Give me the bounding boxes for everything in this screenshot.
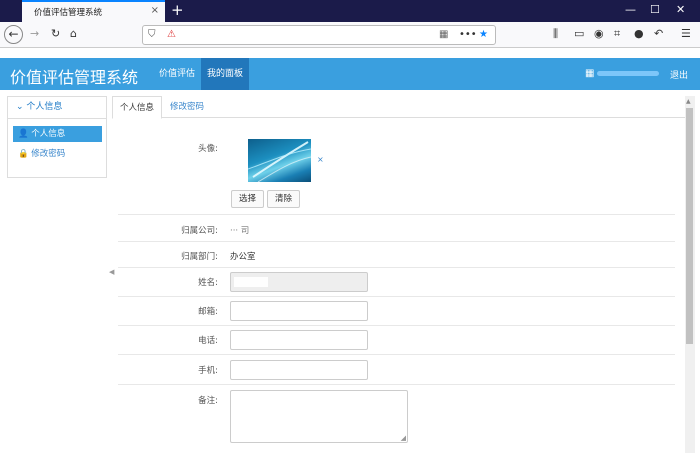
sidebar-item-label: 修改密码 [31,149,66,159]
chat-bubble-icon[interactable]: ● [634,27,644,41]
account-icon[interactable]: ◉ [594,27,604,41]
browser-tab-title: 价值评估管理系统 [34,8,103,18]
company-label: 归属公司: [181,226,218,236]
avatar-delete-icon[interactable]: × [317,155,324,164]
insecure-connection-icon[interactable]: ⚠ [167,29,176,41]
close-tab-icon[interactable]: × [151,5,159,16]
name-field [230,272,368,292]
redacted-name [234,277,268,287]
scroll-up-icon[interactable]: ▲ [686,98,691,105]
tab-change-password[interactable]: 修改密码 [163,96,211,119]
sidebar-item-change-password[interactable]: 🔒 修改密码 [13,146,102,162]
top-menu-valuation[interactable]: 价值评估 [153,58,201,90]
sidebar: ⌄ 个人信息 👤 个人信息 🔒 修改密码 [7,96,107,178]
phone-label: 电话: [198,336,218,346]
clear-avatar-button[interactable]: 清除 [267,190,301,208]
browser-toolbar: ← → ↻ ⌂ ⛉ ⚠ ▦ ••• ★ ⫼ ▭ ◉ ⌗ ● ↶ ☰ [0,22,700,48]
phone-field[interactable] [230,330,368,350]
scrollbar-thumb[interactable] [686,108,693,344]
logout-link[interactable]: 退出 [670,68,688,81]
sidebar-item-label: 个人信息 [31,129,66,139]
tab-profile[interactable]: 个人信息 [112,96,163,119]
minimize-icon[interactable]: — [625,3,636,17]
email-field[interactable] [230,301,368,321]
lock-icon: 🔒 [18,149,29,159]
reload-icon[interactable]: ↻ [51,27,60,41]
row-divider [118,384,675,385]
app-header: 价值评估管理系统 价值评估 我的面板 ▦ 退出 [0,58,700,90]
company-value: ··· 司 [230,226,250,236]
remarks-label: 备注: [198,396,218,406]
browser-tab[interactable]: 价值评估管理系统 × [22,0,165,22]
select-avatar-button[interactable]: 选择 [231,190,265,208]
collapse-handle-icon[interactable]: ◀ [109,268,114,276]
forward-arrow-icon[interactable]: → [30,27,39,41]
user-icon: 👤 [18,129,29,139]
home-icon[interactable]: ⌂ [70,27,77,41]
avatar-swirl-graphic [248,141,311,182]
resize-handle-icon[interactable]: ◢ [401,434,406,442]
email-label: 邮箱: [198,307,218,317]
app-title: 价值评估管理系统 [10,68,139,87]
redacted-username[interactable] [597,71,659,76]
avatar-label: 头像: [198,144,218,154]
row-divider [118,267,675,268]
window-close-icon[interactable]: ✕ [676,3,685,17]
top-menu-my-panel[interactable]: 我的面板 [201,58,250,90]
mobile-field[interactable] [230,360,368,380]
row-divider [118,296,675,297]
qr-code-icon[interactable]: ▦ [439,29,448,41]
page-actions-icon[interactable]: ••• [459,29,477,41]
new-tab-icon[interactable]: + [171,1,184,19]
url-bar[interactable]: ⛉ ⚠ ▦ ••• ★ [142,25,496,45]
row-divider [118,354,675,355]
name-label: 姓名: [198,278,218,288]
remarks-textarea[interactable]: ◢ [230,390,408,443]
sidebar-header[interactable]: ⌄ 个人信息 [8,97,106,119]
mobile-label: 手机: [198,366,218,376]
row-divider [118,241,675,242]
bookmark-star-icon[interactable]: ★ [479,29,488,41]
department-label: 归属部门: [181,252,218,262]
undo-icon[interactable]: ↶ [654,27,663,41]
sidebar-toggle-icon[interactable]: ▭ [574,27,584,41]
browser-tabstrip: 价值评估管理系统 × + — ☐ ✕ [0,0,700,22]
maximize-icon[interactable]: ☐ [650,3,660,17]
row-divider [118,325,675,326]
menu-icon[interactable]: ☰ [681,27,691,41]
back-arrow-icon[interactable]: ← [4,25,23,44]
shield-icon[interactable]: ⛉ [148,29,156,41]
chevron-down-icon: ⌄ [16,102,24,112]
content-tabs: 个人信息 修改密码 [112,96,686,119]
row-divider [118,214,675,215]
department-value: 办公室 [230,252,256,262]
library-icon[interactable]: ⫼ [553,27,558,41]
sidebar-item-profile[interactable]: 👤 个人信息 [13,126,102,142]
screenshot-crop-icon[interactable]: ⌗ [614,27,620,41]
sidebar-header-label: 个人信息 [26,102,63,112]
grid-icon: ▦ [585,68,595,79]
